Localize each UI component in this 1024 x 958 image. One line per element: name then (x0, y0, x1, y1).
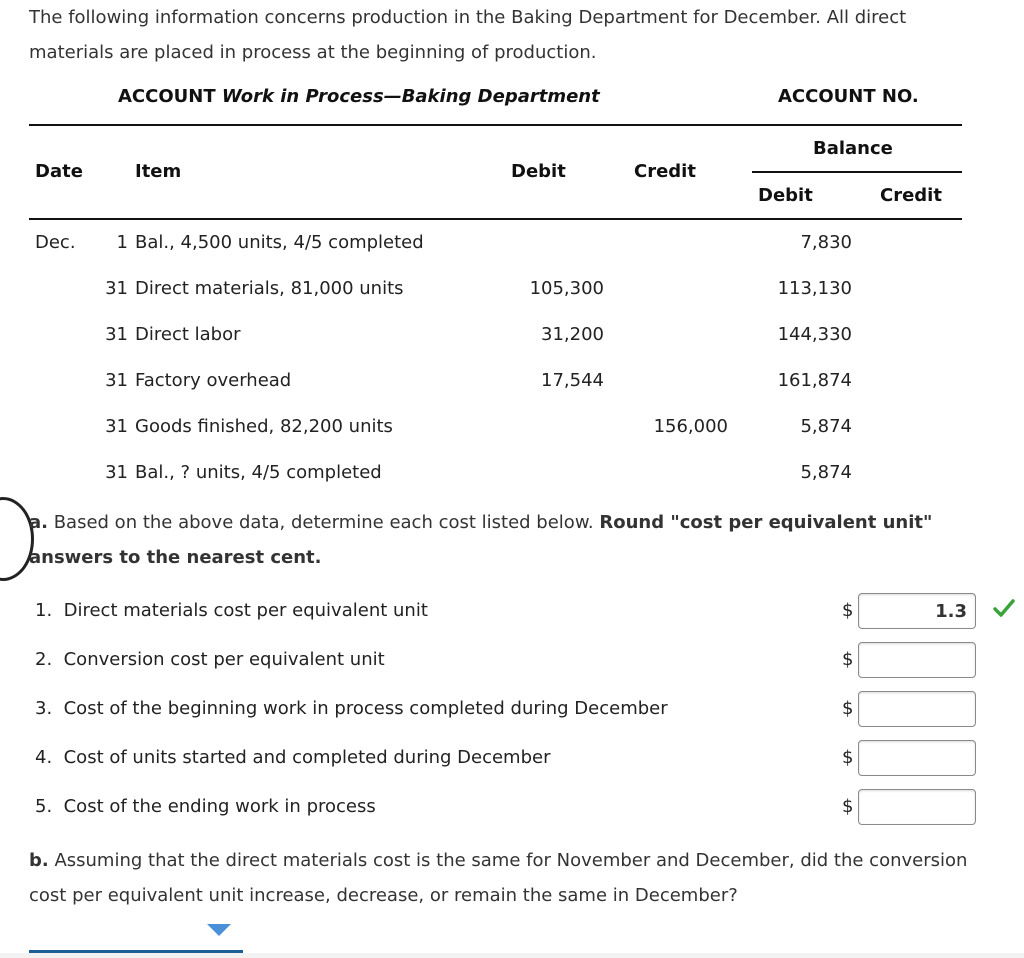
col-balance-debit: Debit (758, 185, 813, 206)
balance-subrule (752, 171, 962, 173)
part-a-letter: a. (29, 512, 48, 533)
account-name: Work in Process—Baking Department (221, 86, 600, 107)
question-label: 3. Cost of the beginning work in process… (35, 698, 668, 719)
row-debit: 17,544 (541, 370, 604, 391)
question-label: 5. Cost of the ending work in process (35, 796, 376, 817)
row-debit: 105,300 (529, 278, 604, 299)
account-number-label: ACCOUNT NO. (778, 86, 919, 107)
row-balance-debit: 113,130 (777, 278, 852, 299)
bottom-divider (0, 953, 1024, 958)
row-item: Bal., 4,500 units, 4/5 completed (135, 232, 424, 253)
part-b-text: Assuming that the direct materials cost … (29, 850, 968, 906)
currency-symbol: $ (842, 649, 854, 670)
row-balance-debit: 5,874 (800, 462, 852, 483)
part-a-text: Based on the above data, determine each … (47, 512, 600, 533)
answer-input-2[interactable] (858, 642, 976, 678)
currency-symbol: $ (842, 747, 854, 768)
part-a-instructions: a. Based on the above data, determine ea… (29, 505, 1009, 575)
dropdown-arrow-icon (207, 924, 231, 936)
col-balance-credit: Credit (880, 185, 942, 206)
question-label: 2. Conversion cost per equivalent unit (35, 649, 385, 670)
row-day: 31 (105, 416, 128, 437)
answer-input-4[interactable] (858, 740, 976, 776)
answer-input-1[interactable] (858, 593, 976, 629)
row-day: 31 (105, 370, 128, 391)
currency-symbol: $ (842, 796, 854, 817)
question-label: 4. Cost of units started and completed d… (35, 747, 551, 768)
row-item: Bal., ? units, 4/5 completed (135, 462, 382, 483)
col-item: Item (135, 161, 182, 182)
row-item: Factory overhead (135, 370, 292, 391)
part-b-question: b. Assuming that the direct materials co… (29, 843, 1009, 913)
account-title: ACCOUNT Work in Process—Baking Departmen… (118, 86, 600, 107)
row-debit: 31,200 (541, 324, 604, 345)
currency-symbol: $ (842, 600, 854, 621)
answer-input-5[interactable] (858, 789, 976, 825)
account-label: ACCOUNT (118, 86, 216, 107)
row-credit: 156,000 (653, 416, 728, 437)
col-balance: Balance (813, 138, 893, 159)
row-day: 1 (116, 232, 128, 253)
checkmark-icon (993, 599, 1015, 617)
question-label: 1. Direct materials cost per equivalent … (35, 600, 428, 621)
row-item: Goods finished, 82,200 units (135, 416, 393, 437)
col-date: Date (35, 161, 83, 182)
row-balance-debit: 144,330 (777, 324, 852, 345)
row-balance-debit: 7,830 (800, 232, 852, 253)
col-credit: Credit (634, 161, 696, 182)
account-header: ACCOUNT Work in Process—Baking Departmen… (29, 86, 962, 116)
answer-input-3[interactable] (858, 691, 976, 727)
row-item: Direct labor (135, 324, 241, 345)
col-debit: Debit (511, 161, 566, 182)
row-day: 31 (105, 324, 128, 345)
intro-text: The following information concerns produ… (29, 7, 907, 63)
row-item: Direct materials, 81,000 units (135, 278, 404, 299)
answer-dropdown[interactable] (29, 920, 243, 954)
header-top-rule (29, 124, 962, 126)
row-day: 31 (105, 462, 128, 483)
part-b-letter: b. (29, 850, 49, 871)
header-bottom-rule (29, 218, 962, 220)
row-day: 31 (105, 278, 128, 299)
row-balance-debit: 5,874 (800, 416, 852, 437)
currency-symbol: $ (842, 698, 854, 719)
row-balance-debit: 161,874 (777, 370, 852, 391)
